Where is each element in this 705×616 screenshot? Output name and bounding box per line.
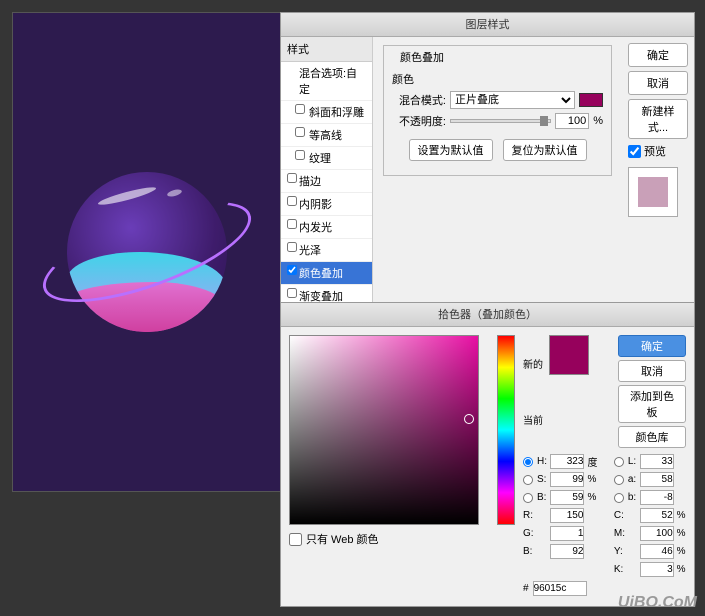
new-color-label: 新的 [523,356,543,371]
input-m[interactable] [640,526,674,541]
watermark: UiBO.CoM [618,594,697,612]
opacity-slider[interactable] [450,119,551,123]
checkbox-texture[interactable] [295,150,305,160]
label-contour: 等高线 [309,130,342,142]
planet-artwork [57,162,237,342]
style-item-inner-shadow[interactable]: 内阴影 [281,193,372,216]
style-item-inner-glow[interactable]: 内发光 [281,216,372,239]
style-item-bevel[interactable]: 斜面和浮雕 [281,101,372,124]
preview-swatch [638,177,668,207]
checkbox-gradient-overlay[interactable] [287,288,297,298]
web-only-label: 只有 Web 颜色 [306,531,379,547]
current-color-label: 当前 [523,412,543,427]
layer-style-dialog: 图层样式 样式 混合选项:自定 斜面和浮雕 等高线 纹理 描边 内阴影 内发光 … [280,12,695,320]
overlay-color-swatch[interactable] [579,93,603,107]
dialog-sidebar: 确定 取消 新建样式... 预览 [622,37,694,319]
input-bb[interactable] [550,490,584,505]
style-item-satin[interactable]: 光泽 [281,239,372,262]
blend-mode-label: 混合模式: [392,92,446,108]
planet-highlight [97,184,157,207]
cp-cancel-button[interactable]: 取消 [618,360,686,382]
dialog-title[interactable]: 图层样式 [281,13,694,37]
cancel-button[interactable]: 取消 [628,71,688,95]
web-only-checkbox[interactable] [289,533,302,546]
color-section-label: 颜色 [392,71,603,87]
new-style-button[interactable]: 新建样式... [628,99,688,139]
radio-bb[interactable] [523,493,533,503]
hue-slider[interactable] [497,335,515,525]
new-color-swatch[interactable] [550,336,588,355]
input-k[interactable] [640,562,674,577]
radio-h[interactable] [523,457,533,467]
color-picker-dialog: 拾色器（叠加颜色） 只有 Web 颜色 新的 当前 [280,302,695,607]
style-list-header[interactable]: 样式 [281,37,372,62]
ok-button[interactable]: 确定 [628,43,688,67]
cp-ok-button[interactable]: 确定 [618,335,686,357]
input-bv[interactable] [550,544,584,559]
opacity-label: 不透明度: [392,113,446,129]
label-bevel: 斜面和浮雕 [309,107,364,119]
input-r[interactable] [550,508,584,523]
planet-highlight-small [166,188,182,198]
checkbox-contour[interactable] [295,127,305,137]
hex-label: # [523,583,529,594]
radio-l[interactable] [614,457,624,467]
label-inner-shadow: 内阴影 [299,199,332,211]
preview-label: 预览 [644,143,666,159]
preview-checkbox[interactable] [628,145,641,158]
add-swatch-button[interactable]: 添加到色板 [618,385,686,423]
blending-options-item[interactable]: 混合选项:自定 [281,62,372,101]
label-satin: 光泽 [299,245,321,257]
style-item-contour[interactable]: 等高线 [281,124,372,147]
radio-b[interactable] [614,493,624,503]
preview-box [628,167,678,217]
percent-label: % [593,115,603,127]
input-l[interactable] [640,454,674,469]
checkbox-color-overlay[interactable] [287,265,297,275]
current-color-swatch[interactable] [550,355,588,374]
reset-default-button[interactable]: 复位为默认值 [503,139,587,161]
input-a[interactable] [640,472,674,487]
canvas-document[interactable] [12,12,282,492]
style-item-texture[interactable]: 纹理 [281,147,372,170]
radio-a[interactable] [614,475,624,485]
color-preview [549,335,589,375]
input-h[interactable] [550,454,584,469]
input-g[interactable] [550,526,584,541]
style-item-color-overlay[interactable]: 颜色叠加 [281,262,372,285]
input-b[interactable] [640,490,674,505]
input-s[interactable] [550,472,584,487]
label-inner-glow: 内发光 [299,222,332,234]
color-field-cursor[interactable] [464,414,474,424]
checkbox-stroke[interactable] [287,173,297,183]
checkbox-bevel[interactable] [295,104,305,114]
label-stroke: 描边 [299,176,321,188]
checkbox-inner-shadow[interactable] [287,196,297,206]
style-list: 样式 混合选项:自定 斜面和浮雕 等高线 纹理 描边 内阴影 内发光 光泽 颜色… [281,37,373,319]
radio-s[interactable] [523,475,533,485]
slider-thumb[interactable] [540,116,548,126]
style-item-stroke[interactable]: 描边 [281,170,372,193]
input-y[interactable] [640,544,674,559]
color-lib-button[interactable]: 颜色库 [618,426,686,448]
hex-input[interactable] [533,581,587,596]
label-texture: 纹理 [309,153,331,165]
group-title: 颜色叠加 [396,49,448,65]
checkbox-satin[interactable] [287,242,297,252]
checkbox-inner-glow[interactable] [287,219,297,229]
label-color-overlay: 颜色叠加 [299,268,343,280]
style-content-panel: 颜色叠加 颜色 混合模式: 正片叠底 不透明度: % 设置为默认值 复位为默认值 [373,37,622,319]
color-field[interactable] [289,335,479,525]
make-default-button[interactable]: 设置为默认值 [409,139,493,161]
input-c[interactable] [640,508,674,523]
blend-mode-select[interactable]: 正片叠底 [450,91,575,109]
color-picker-title[interactable]: 拾色器（叠加颜色） [281,303,694,327]
opacity-input[interactable] [555,113,589,129]
